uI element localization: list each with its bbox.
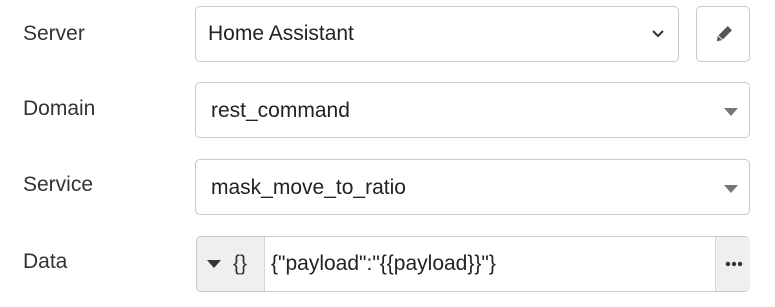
json-type-glyph: {} xyxy=(233,252,248,275)
chevron-down-icon xyxy=(652,30,664,38)
caret-down-icon xyxy=(207,260,221,268)
caret-down-icon xyxy=(724,108,738,116)
service-select-value: mask_move_to_ratio xyxy=(211,176,406,199)
ellipsis-icon xyxy=(725,261,743,267)
server-select[interactable]: Home Assistant xyxy=(195,6,679,62)
service-label: Service xyxy=(23,173,94,196)
service-select[interactable]: mask_move_to_ratio xyxy=(195,159,750,215)
server-select-value: Home Assistant xyxy=(208,22,354,45)
data-type-selector[interactable] xyxy=(197,237,265,291)
server-label: Server xyxy=(23,22,85,45)
data-value-input[interactable]: {"payload":"{{payload}}"} xyxy=(271,250,496,278)
domain-select[interactable]: rest_command xyxy=(195,82,750,138)
domain-select-value: rest_command xyxy=(211,99,350,122)
caret-down-icon xyxy=(724,185,738,193)
domain-label: Domain xyxy=(23,97,96,120)
data-label: Data xyxy=(23,250,68,273)
pencil-icon xyxy=(716,26,732,42)
expand-editor-button[interactable] xyxy=(715,237,750,291)
edit-server-button[interactable] xyxy=(696,6,750,62)
